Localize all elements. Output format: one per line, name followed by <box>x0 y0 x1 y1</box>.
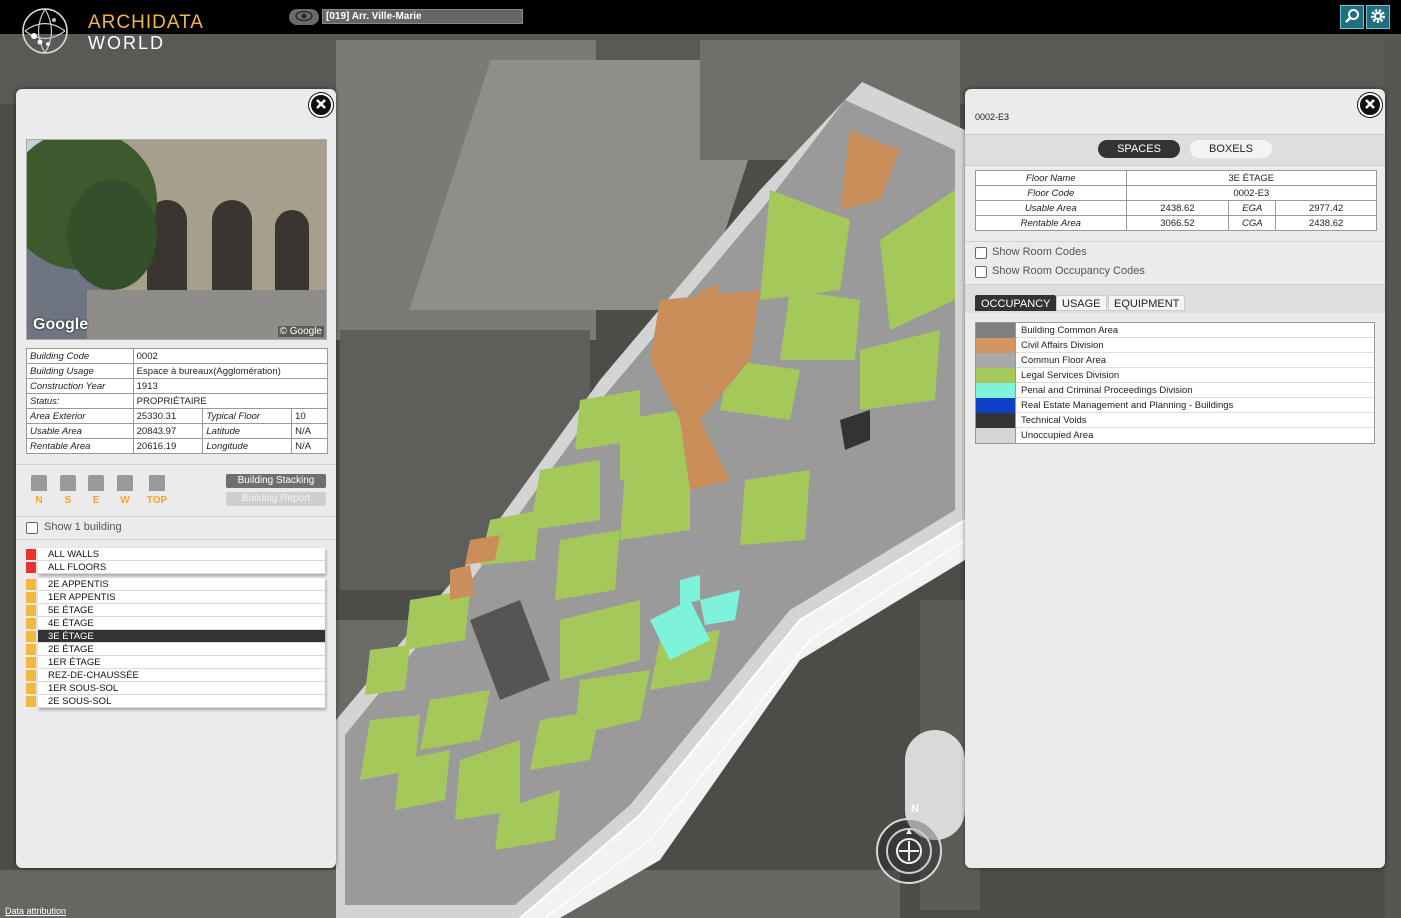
view-east-button[interactable]: E <box>87 475 105 506</box>
floor-info-panel: 0002-E3 SPACES BOXELS Floor Name 3E ÉTAGE… <box>965 89 1385 868</box>
visibility-toggle-button[interactable] <box>289 9 319 25</box>
floor-item[interactable]: 2E ÉTAGE <box>26 643 325 656</box>
legend-item: Civil Affairs Division <box>976 338 1374 353</box>
layer-item-all-walls[interactable]: ALL WALLS <box>26 548 325 561</box>
show-one-building-label: Show 1 building <box>44 521 122 533</box>
legend-item: Legal Services Division <box>976 368 1374 383</box>
floor-list: ALL WALLS ALL FLOORS 2E APPENTIS 1ER APP… <box>26 548 325 708</box>
data-attribution-link[interactable]: Data attribution <box>5 906 66 916</box>
legend-item: Penal and Criminal Proceedings Division <box>976 383 1374 398</box>
occupancy-legend: Building Common Area Civil Affairs Divis… <box>975 322 1375 444</box>
floor-details-table: Floor Name 3E ÉTAGE Floor Code 0002-E3 Usa… <box>975 170 1378 231</box>
photo-copyright: © Google <box>277 326 324 337</box>
legend-item: Commun Floor Area <box>976 353 1374 368</box>
close-icon <box>315 98 327 113</box>
close-floor-panel-button[interactable] <box>1358 93 1382 117</box>
eye-icon <box>295 10 313 24</box>
location-field[interactable]: [019] Arr. Ville-Marie <box>322 9 523 24</box>
legend-item: Real Estate Management and Planning - Bu… <box>976 398 1374 413</box>
building-stacking-button[interactable]: Building Stacking <box>226 474 326 488</box>
floor-item[interactable]: 1ER SOUS-SOL <box>26 682 325 695</box>
street-view-photo[interactable]: Google © Google <box>26 139 327 340</box>
google-logo: Google <box>33 316 89 333</box>
app-title: ARCHIDATA <box>88 12 204 33</box>
tab-spaces[interactable]: SPACES <box>1098 140 1180 158</box>
floor-item[interactable]: 1ER APPENTIS <box>26 591 325 604</box>
search-button[interactable] <box>1340 5 1364 29</box>
floor-item[interactable]: 1ER ÉTAGE <box>26 656 325 669</box>
floor-item-selected[interactable]: 3E ÉTAGE <box>26 630 325 643</box>
show-room-occupancy-codes-checkbox[interactable] <box>975 266 987 278</box>
settings-button[interactable] <box>1366 5 1390 29</box>
tab-equipment[interactable]: EQUIPMENT <box>1108 295 1186 311</box>
show-room-occupancy-codes-label: Show Room Occupancy Codes <box>992 265 1145 277</box>
search-icon <box>1344 8 1360 27</box>
compass-control[interactable] <box>876 818 942 884</box>
floor-item[interactable]: 4E ÉTAGE <box>26 617 325 630</box>
floor-item[interactable]: 2E SOUS-SOL <box>26 695 325 708</box>
compass-icon <box>878 828 940 885</box>
view-north-button[interactable]: N <box>30 475 48 506</box>
floor-item[interactable]: 2E APPENTIS <box>26 578 325 591</box>
tab-boxels[interactable]: BOXELS <box>1190 140 1272 158</box>
building-info-panel: Google © Google Building Code 0002 Buildi… <box>16 89 336 868</box>
close-building-panel-button[interactable] <box>309 93 333 117</box>
floor-code-title: 0002-E3 <box>975 112 1010 122</box>
building-report-button[interactable]: Building Report <box>226 492 326 506</box>
tab-usage[interactable]: USAGE <box>1056 295 1107 311</box>
tab-occupancy[interactable]: OCCUPANCY <box>975 295 1057 311</box>
show-room-codes-label: Show Room Codes <box>992 246 1087 258</box>
show-room-codes-checkbox[interactable] <box>975 247 987 259</box>
gear-icon <box>1369 7 1387 28</box>
app-subtitle: WORLD <box>88 33 165 53</box>
globe-logo-icon <box>20 6 70 56</box>
building-details-table: Building Code 0002 Building Usage Espace à… <box>26 348 329 454</box>
legend-item: Unoccupied Area <box>976 428 1374 443</box>
close-icon <box>1364 98 1376 113</box>
floor-item[interactable]: REZ-DE-CHAUSSÉE <box>26 669 325 682</box>
show-one-building-checkbox[interactable] <box>26 522 38 534</box>
legend-item: Building Common Area <box>976 323 1374 338</box>
top-bar: ARCHIDATA WORLD [019] Arr. Ville-Marie <box>0 0 1401 54</box>
view-south-button[interactable]: S <box>59 475 77 506</box>
legend-item: Technical Voids <box>976 413 1374 428</box>
view-west-button[interactable]: W <box>116 475 134 506</box>
floor-item[interactable]: 5E ÉTAGE <box>26 604 325 617</box>
compass-north-label: N <box>911 803 919 815</box>
view-top-button[interactable]: TOP <box>144 475 170 506</box>
layer-item-all-floors[interactable]: ALL FLOORS <box>26 561 325 574</box>
